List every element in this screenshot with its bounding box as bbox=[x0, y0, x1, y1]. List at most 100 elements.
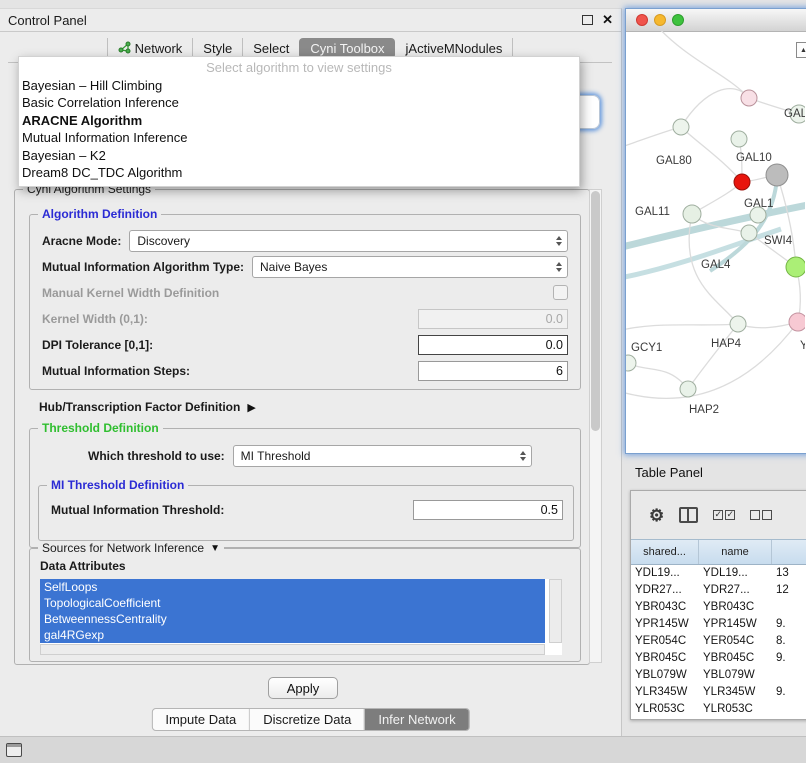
network-icon bbox=[118, 41, 131, 57]
kernel-width-input[interactable] bbox=[418, 309, 568, 329]
algorithm-option-aracne-algorithm[interactable]: ARACNE Algorithm bbox=[19, 112, 579, 129]
algorithm-option-dream8-dc-tdc-algorithm[interactable]: Dream8 DC_TDC Algorithm bbox=[19, 164, 579, 181]
network-edge[interactable] bbox=[688, 324, 738, 389]
mi-threshold-label: Mutual Information Threshold: bbox=[51, 503, 224, 517]
apply-button[interactable]: Apply bbox=[268, 677, 338, 699]
table-cell: YBR045C bbox=[699, 650, 772, 667]
scrollbar-thumb[interactable] bbox=[591, 191, 600, 431]
sources-title: Sources for Network Inference bbox=[42, 541, 204, 555]
gear-icon[interactable]: ⚙ bbox=[649, 507, 664, 524]
table-row[interactable]: YBR043CYBR043C bbox=[631, 599, 806, 616]
table-row[interactable]: YBR045CYBR045C9. bbox=[631, 650, 806, 667]
network-edge[interactable] bbox=[681, 89, 749, 127]
attribute-item-topologicalcoefficient[interactable]: TopologicalCoefficient bbox=[40, 595, 545, 611]
table-cell: YBR043C bbox=[699, 599, 772, 616]
table-cell: YLR345W bbox=[631, 684, 699, 701]
network-edge[interactable] bbox=[777, 175, 796, 267]
mi-type-dropdown[interactable]: Naive Bayes bbox=[252, 256, 568, 278]
attribute-item-gal4rgexp[interactable]: gal4RGexp bbox=[40, 627, 545, 643]
attributes-horizontal-scrollbar[interactable] bbox=[40, 644, 545, 655]
network-edge[interactable] bbox=[626, 324, 738, 331]
mi-steps-input[interactable] bbox=[418, 361, 568, 381]
node-label-gal: GAL bbox=[784, 108, 805, 120]
node-label-swi4: SWI4 bbox=[764, 235, 793, 247]
kernel-width-row: Kernel Width (0,1): bbox=[42, 308, 568, 329]
table-body: YDL19...YDL19...13YDR27...YDR27...12YBR0… bbox=[631, 565, 806, 718]
column-header-cut[interactable] bbox=[772, 540, 806, 564]
table-row[interactable]: YDR27...YDR27...12 bbox=[631, 582, 806, 599]
table-cell bbox=[772, 599, 806, 616]
which-threshold-dropdown[interactable]: MI Threshold bbox=[233, 445, 532, 467]
float-window-icon[interactable] bbox=[582, 15, 593, 25]
table-cell: YDR27... bbox=[631, 582, 699, 599]
table-cell: YBR045C bbox=[631, 650, 699, 667]
network-edge[interactable] bbox=[626, 127, 681, 149]
table-row[interactable]: YLR053CYLR053C bbox=[631, 701, 806, 718]
algorithm-option-bayesian-k2[interactable]: Bayesian – K2 bbox=[19, 147, 579, 164]
table-row[interactable]: YBL079WYBL079W bbox=[631, 667, 806, 684]
algorithm-option-mutual-information-inference[interactable]: Mutual Information Inference bbox=[19, 129, 579, 146]
stepper-icon bbox=[551, 236, 567, 246]
table-row[interactable]: YLR345WYLR345W9. bbox=[631, 684, 806, 701]
table-cell: YLR053C bbox=[631, 701, 699, 718]
restore-panel-icon[interactable] bbox=[6, 743, 22, 757]
bottom-tab-infer-network[interactable]: Infer Network bbox=[364, 709, 468, 730]
network-node[interactable] bbox=[741, 90, 757, 106]
table-cell: YER054C bbox=[631, 633, 699, 650]
dpi-tolerance-input[interactable] bbox=[418, 335, 568, 355]
table-row[interactable]: YER054CYER054C8. bbox=[631, 633, 806, 650]
sources-toggle[interactable]: Sources for Network Inference ▼ bbox=[38, 541, 224, 555]
deselect-all-icon[interactable] bbox=[750, 510, 772, 520]
mi-threshold-input[interactable] bbox=[413, 500, 563, 520]
mi-type-value: Naive Bayes bbox=[260, 260, 327, 274]
column-header-shared[interactable]: shared... bbox=[631, 540, 699, 564]
settings-scrollbar[interactable] bbox=[589, 189, 602, 663]
sources-group: Sources for Network Inference ▼ Data Att… bbox=[29, 548, 581, 662]
zoom-traffic-light-icon[interactable] bbox=[672, 14, 684, 26]
minimize-traffic-light-icon[interactable] bbox=[654, 14, 666, 26]
table-row[interactable]: YDL19...YDL19...13 bbox=[631, 565, 806, 582]
network-edge[interactable] bbox=[626, 229, 781, 279]
network-node[interactable] bbox=[730, 316, 746, 332]
table-cell: YLR053C bbox=[699, 701, 772, 718]
algorithm-option-basic-correlation-inference[interactable]: Basic Correlation Inference bbox=[19, 94, 579, 111]
close-window-icon[interactable]: ✕ bbox=[602, 14, 613, 26]
select-all-icon[interactable]: ✓✓ bbox=[713, 510, 735, 520]
bottom-tab-impute-data[interactable]: Impute Data bbox=[152, 709, 249, 730]
attribute-item-betweennesscentrality[interactable]: BetweennessCentrality bbox=[40, 611, 545, 627]
network-node[interactable] bbox=[626, 355, 636, 371]
network-node[interactable] bbox=[734, 174, 750, 190]
network-node[interactable] bbox=[786, 257, 805, 277]
threshold-definition-group: Threshold Definition Which threshold to … bbox=[29, 428, 581, 548]
table-row[interactable]: YPR145WYPR145W9. bbox=[631, 616, 806, 633]
node-label-gal11: GAL11 bbox=[635, 206, 670, 218]
network-node[interactable] bbox=[680, 381, 696, 397]
node-label-hap4: HAP4 bbox=[711, 338, 742, 350]
network-scroll-up-button[interactable]: ▲ bbox=[796, 42, 806, 58]
bottom-tab-bar: Impute DataDiscretize DataInfer Network bbox=[151, 708, 469, 731]
table-cell: YDR27... bbox=[699, 582, 772, 599]
network-node[interactable] bbox=[673, 119, 689, 135]
network-node[interactable] bbox=[731, 131, 747, 147]
network-edge[interactable] bbox=[626, 322, 798, 398]
manual-kernel-checkbox[interactable] bbox=[553, 285, 568, 300]
column-header-name[interactable]: name bbox=[699, 540, 772, 564]
hub-definition-toggle[interactable]: Hub/Transcription Factor Definition ▶ bbox=[39, 400, 256, 414]
network-canvas[interactable]: GALGAL80GAL10GAL11GAL1SWI4GAL4GCY1HAP4HA… bbox=[626, 31, 805, 451]
network-window-titlebar[interactable] bbox=[626, 9, 806, 32]
network-node[interactable] bbox=[741, 225, 757, 241]
attribute-item-selfloops[interactable]: SelfLoops bbox=[40, 579, 545, 595]
network-edge[interactable] bbox=[654, 31, 749, 98]
network-node[interactable] bbox=[789, 313, 805, 331]
network-node[interactable] bbox=[766, 164, 788, 186]
close-traffic-light-icon[interactable] bbox=[636, 14, 648, 26]
aracne-mode-dropdown[interactable]: Discovery bbox=[129, 230, 568, 252]
columns-icon[interactable] bbox=[679, 507, 698, 523]
algorithm-option-bayesian-hill-climbing[interactable]: Bayesian – Hill Climbing bbox=[19, 77, 579, 94]
network-node[interactable] bbox=[683, 205, 701, 223]
network-edge[interactable] bbox=[628, 363, 688, 389]
tab-label: Cyni Toolbox bbox=[310, 41, 384, 56]
mi-steps-row: Mutual Information Steps: bbox=[42, 360, 568, 381]
attributes-vertical-scrollbar[interactable] bbox=[549, 579, 562, 643]
bottom-tab-discretize-data[interactable]: Discretize Data bbox=[249, 709, 364, 730]
